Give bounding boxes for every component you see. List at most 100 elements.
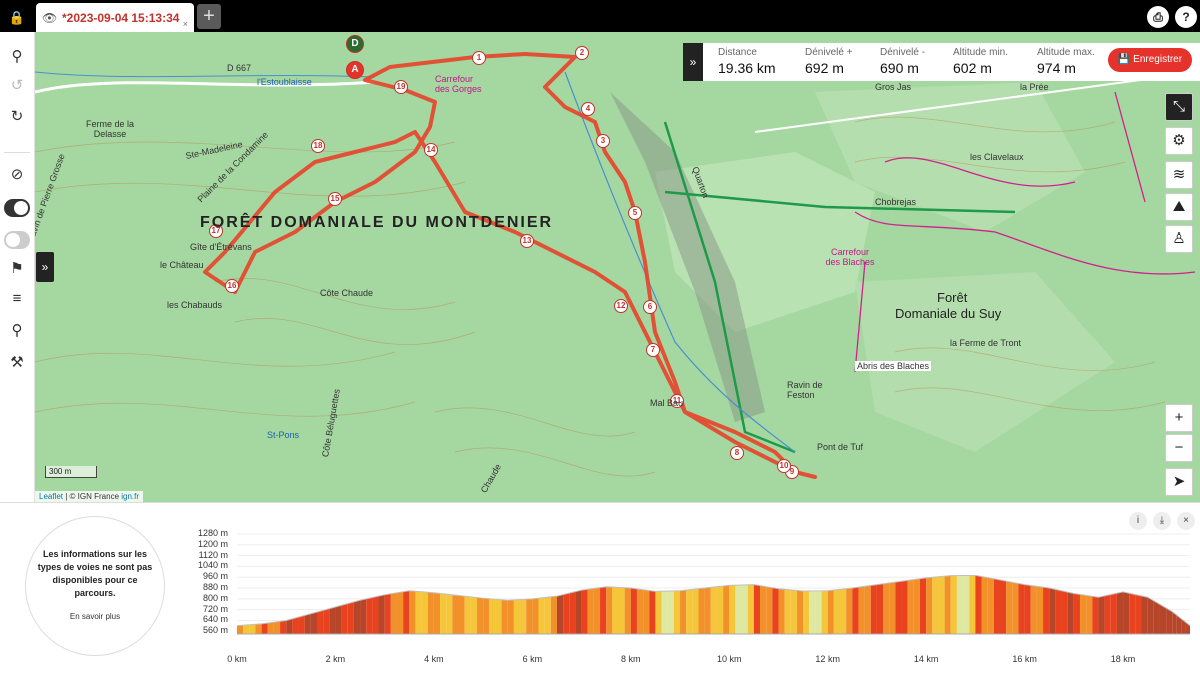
elevation-segment [760, 585, 767, 634]
elevation-segment [747, 584, 754, 634]
elevation-segment [1049, 588, 1056, 634]
elevation-segment [729, 585, 736, 634]
elevation-segment [532, 598, 539, 634]
elevation-segment [353, 600, 361, 634]
elevation-segment [778, 588, 785, 634]
elevation-segment [889, 582, 896, 634]
elevation-segment [895, 581, 902, 634]
elevation-segment [956, 575, 964, 634]
elevation-segment [1030, 585, 1037, 634]
elevation-segment [993, 578, 1000, 634]
elevation-segment [1012, 582, 1019, 634]
elevation-segment [273, 621, 281, 634]
elevation-segment [612, 587, 619, 634]
elevation-segment [433, 592, 441, 634]
elevation-segment [1067, 592, 1074, 634]
elevation-segment [304, 613, 311, 634]
elevation-segment [680, 590, 687, 634]
elevation-segment [421, 591, 428, 634]
elevation-segment [981, 576, 988, 634]
elevation-segment [846, 588, 853, 634]
elevation-segment [630, 588, 637, 634]
elevation-segment [883, 582, 890, 634]
elevation-segment [667, 590, 674, 634]
elevation-segment [452, 594, 459, 634]
elevation-segment [1166, 608, 1173, 634]
elevation-segment [470, 596, 477, 634]
elevation-segment [919, 577, 927, 634]
elevation-segment [772, 587, 779, 634]
elevation-segment [446, 594, 453, 634]
elevation-segment [403, 590, 410, 634]
elevation-segment [390, 592, 397, 634]
elevation-segment [575, 590, 582, 634]
elevation-segment [384, 593, 391, 634]
elevation-chart[interactable] [0, 0, 1200, 675]
elevation-segment [833, 589, 841, 634]
elevation-segment [544, 596, 551, 634]
elevation-segment [840, 588, 847, 634]
elevation-segment [600, 586, 607, 634]
elevation-segment [950, 575, 957, 634]
elevation-segment [784, 589, 791, 634]
elevation-segment [870, 584, 877, 634]
elevation-segment [464, 596, 471, 634]
elevation-segment [569, 591, 576, 634]
elevation-segment [741, 584, 748, 634]
elevation-segment [1147, 597, 1154, 634]
elevation-segment [790, 589, 797, 634]
elevation-segment [821, 590, 828, 634]
elevation-segment [803, 590, 810, 634]
elevation-segment [415, 591, 422, 634]
elevation-segment [1098, 595, 1105, 634]
elevation-segment [692, 588, 699, 634]
elevation-segment [556, 594, 564, 634]
elevation-segment [286, 618, 293, 634]
elevation-segment [495, 599, 502, 634]
elevation-segment [1024, 584, 1031, 634]
elevation-segment [1116, 591, 1124, 634]
elevation-segment [673, 590, 681, 634]
elevation-segment [378, 594, 385, 634]
elevation-segment [581, 589, 588, 634]
elevation-segment [1006, 581, 1013, 634]
elevation-segment [704, 587, 711, 634]
elevation-segment [237, 625, 244, 634]
elevation-segment [901, 580, 908, 634]
elevation-segment [1079, 594, 1087, 634]
elevation-segment [329, 606, 336, 634]
elevation-segment [1135, 594, 1142, 634]
elevation-segment [366, 597, 373, 634]
elevation-segment [587, 588, 594, 634]
elevation-segment [944, 575, 951, 634]
elevation-segment [261, 623, 268, 634]
elevation-segment [483, 598, 490, 634]
elevation-segment [649, 590, 656, 634]
elevation-segment [427, 592, 434, 634]
elevation-segment [864, 585, 871, 634]
elevation-segment [963, 575, 970, 634]
elevation-segment [1104, 594, 1111, 634]
elevation-segment [593, 587, 601, 634]
elevation-segment [766, 586, 773, 634]
elevation-segment [827, 590, 834, 634]
elevation-segment [243, 624, 250, 634]
elevation-segment [643, 589, 650, 634]
elevation-segment [280, 620, 287, 634]
elevation-segment [710, 586, 717, 634]
elevation-segment [501, 599, 508, 634]
elevation-segment [249, 624, 256, 634]
elevation-segment [809, 590, 816, 634]
elevation-segment [852, 587, 859, 634]
elevation-segment [507, 599, 514, 634]
elevation-segment [563, 593, 570, 634]
elevation-segment [1123, 591, 1130, 634]
elevation-segment [753, 584, 761, 634]
elevation-segment [796, 590, 804, 634]
elevation-segment [932, 576, 939, 634]
elevation-segment [655, 591, 662, 634]
elevation-segment [310, 612, 317, 634]
elevation-segment [255, 623, 262, 634]
elevation-segment [698, 588, 705, 634]
elevation-segment [1159, 604, 1167, 634]
